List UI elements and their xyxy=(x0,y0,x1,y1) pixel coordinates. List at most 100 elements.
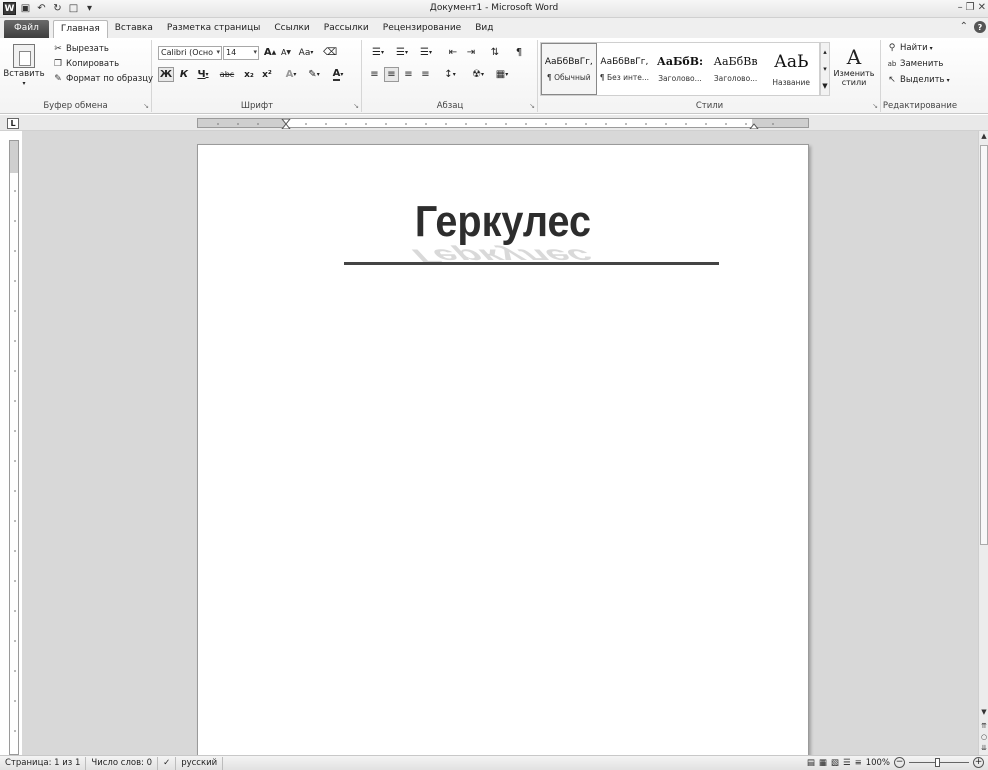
align-center-button[interactable]: ≡ xyxy=(384,67,399,82)
chevron-down-icon: ▾ xyxy=(929,44,933,52)
align-right-button[interactable]: ≡ xyxy=(401,67,416,82)
clear-format-button[interactable]: ⌫ xyxy=(323,45,337,60)
line-spacing-button[interactable]: ↕ ▾ xyxy=(439,67,461,82)
show-marks-button[interactable]: ¶ xyxy=(511,45,527,60)
numbering-button[interactable]: ☰ ▾ xyxy=(391,45,413,60)
subscript-button[interactable]: x₂ xyxy=(241,67,257,82)
copy-button[interactable]: ❐ Копировать xyxy=(52,58,119,70)
find-button[interactable]: ⚲ Найти ▾ xyxy=(886,42,933,54)
print-layout-icon[interactable]: ▤ xyxy=(807,758,815,768)
minimize-ribbon-icon[interactable]: ⌃ xyxy=(960,21,968,33)
font-launcher-icon[interactable]: ↘ xyxy=(353,102,359,110)
font-family-select[interactable]: Calibri (Осно ▾ xyxy=(158,46,222,60)
minimize-icon[interactable]: – xyxy=(958,2,963,13)
tab-review[interactable]: Рецензирование xyxy=(376,20,468,38)
shading-button[interactable]: ☢ ▾ xyxy=(467,67,489,82)
bold-button[interactable]: Ж xyxy=(158,67,174,82)
more-icon[interactable]: ▼ xyxy=(822,82,827,90)
vertical-scrollbar[interactable]: ▲ ▼ ⇈ ○ ⇊ xyxy=(978,131,988,755)
tab-mailings[interactable]: Рассылки xyxy=(317,20,376,38)
select-button[interactable]: ↖ Выделить ▾ xyxy=(886,74,949,86)
shrink-font-button[interactable]: A ▼ xyxy=(279,45,293,60)
strikethrough-button[interactable]: abc xyxy=(217,67,237,82)
zoom-slider[interactable] xyxy=(909,758,969,767)
paragraph-group-label: Абзац xyxy=(436,101,464,111)
borders-button[interactable]: ▦ ▾ xyxy=(491,67,513,82)
increase-indent-button[interactable]: ⇥ xyxy=(463,45,479,60)
style-no-spacing[interactable]: АаБбВвГг, ¶ Без инте... xyxy=(597,43,653,95)
text-effects-button[interactable]: A ▾ xyxy=(281,67,301,82)
multilevel-list-icon: ☰ xyxy=(420,47,429,58)
tab-view[interactable]: Вид xyxy=(468,20,500,38)
style-preview: АаБбВв xyxy=(713,55,758,68)
scissors-icon: ✂ xyxy=(54,44,62,54)
scrollbar-thumb[interactable] xyxy=(980,145,988,545)
clipboard-launcher-icon[interactable]: ↘ xyxy=(143,102,149,110)
scroll-down-arrow-icon[interactable]: ▼ xyxy=(979,707,988,717)
font-size-select[interactable]: 14 ▾ xyxy=(223,46,259,60)
scroll-down-icon[interactable]: ▾ xyxy=(823,65,827,73)
copy-label: Копировать xyxy=(66,59,120,69)
sort-button[interactable]: ⇅ xyxy=(487,45,503,60)
scroll-up-icon[interactable]: ▴ xyxy=(823,48,827,56)
change-case-button[interactable]: Aa ▾ xyxy=(297,45,315,60)
tab-insert[interactable]: Вставка xyxy=(108,20,160,38)
font-family-value: Calibri (Осно xyxy=(161,48,214,57)
word-count[interactable]: Число слов: 0 xyxy=(86,756,159,770)
tab-references[interactable]: Ссылки xyxy=(267,20,316,38)
styles-launcher-icon[interactable]: ↘ xyxy=(872,102,878,110)
format-painter-button[interactable]: ✎ Формат по образцу xyxy=(52,73,153,85)
heading-underline xyxy=(344,262,719,265)
bullets-button[interactable]: ☰ ▾ xyxy=(367,45,389,60)
change-styles-button[interactable]: A Изменить стили xyxy=(834,46,875,87)
cut-button[interactable]: ✂ Вырезать xyxy=(52,43,109,55)
proofing-icon[interactable]: ✓ xyxy=(158,756,177,770)
justify-button[interactable]: ≡ xyxy=(418,67,433,82)
italic-button[interactable]: К xyxy=(177,67,191,82)
font-color-button[interactable]: A ▾ xyxy=(327,67,349,82)
browse-object-icon[interactable]: ○ xyxy=(979,732,988,742)
decrease-indent-button[interactable]: ⇤ xyxy=(445,45,461,60)
restore-icon[interactable]: ❐ xyxy=(966,2,975,13)
next-page-icon[interactable]: ⇊ xyxy=(979,743,988,753)
web-layout-icon[interactable]: ▧ xyxy=(831,758,839,768)
page-count[interactable]: Страница: 1 из 1 xyxy=(0,756,87,770)
wordart-title[interactable]: Геркулес xyxy=(229,197,778,247)
ribbon-tabs: Файл Главная Вставка Разметка страницы С… xyxy=(0,18,988,38)
language-indicator[interactable]: русский xyxy=(176,756,224,770)
paste-button[interactable]: Вставить ▾ xyxy=(3,44,45,87)
font-color-icon: A xyxy=(332,67,341,81)
zoom-level[interactable]: 100% xyxy=(866,758,890,768)
close-icon[interactable]: ✕ xyxy=(978,2,986,13)
outline-view-icon[interactable]: ☰ xyxy=(843,758,851,768)
title-bar: W ▣ ↶ ↻ □ ▾ Документ1 - Microsoft Word –… xyxy=(0,0,988,18)
paragraph-launcher-icon[interactable]: ↘ xyxy=(529,102,535,110)
zoom-out-icon[interactable]: − xyxy=(894,757,905,768)
prev-page-icon[interactable]: ⇈ xyxy=(979,721,988,731)
document-page[interactable]: Геркулес Геркулес xyxy=(197,144,809,764)
full-screen-reading-icon[interactable]: ▦ xyxy=(819,758,827,768)
vertical-ruler[interactable] xyxy=(9,140,19,755)
help-icon[interactable]: ? xyxy=(974,21,986,33)
zoom-slider-thumb[interactable] xyxy=(935,758,940,767)
style-normal[interactable]: АаБбВвГг, ¶ Обычный xyxy=(541,43,597,95)
draft-view-icon[interactable]: ≡ xyxy=(855,758,862,768)
replace-button[interactable]: ab Заменить xyxy=(886,58,944,70)
style-title[interactable]: АаЬ Название xyxy=(763,43,819,95)
style-heading-1[interactable]: АаБбВ: Заголово... xyxy=(652,43,708,95)
tab-page-layout[interactable]: Разметка страницы xyxy=(160,20,268,38)
document-area[interactable]: Геркулес Геркулес xyxy=(22,131,978,764)
underline-button[interactable]: Ч ▾ xyxy=(193,67,213,82)
superscript-button[interactable]: x² xyxy=(259,67,275,82)
multilevel-list-button[interactable]: ☰ ▾ xyxy=(415,45,437,60)
tab-file[interactable]: Файл xyxy=(4,20,49,38)
zoom-in-icon[interactable]: + xyxy=(973,757,984,768)
align-left-button[interactable]: ≡ xyxy=(367,67,382,82)
grow-font-button[interactable]: A ▲ xyxy=(263,45,277,60)
style-heading-2[interactable]: АаБбВв Заголово... xyxy=(708,43,764,95)
tab-home[interactable]: Главная xyxy=(52,20,108,38)
tab-selector[interactable]: L xyxy=(7,118,19,129)
horizontal-ruler[interactable] xyxy=(197,118,809,129)
scroll-up-arrow-icon[interactable]: ▲ xyxy=(979,131,988,141)
highlight-button[interactable]: ✎ ▾ xyxy=(303,67,325,82)
